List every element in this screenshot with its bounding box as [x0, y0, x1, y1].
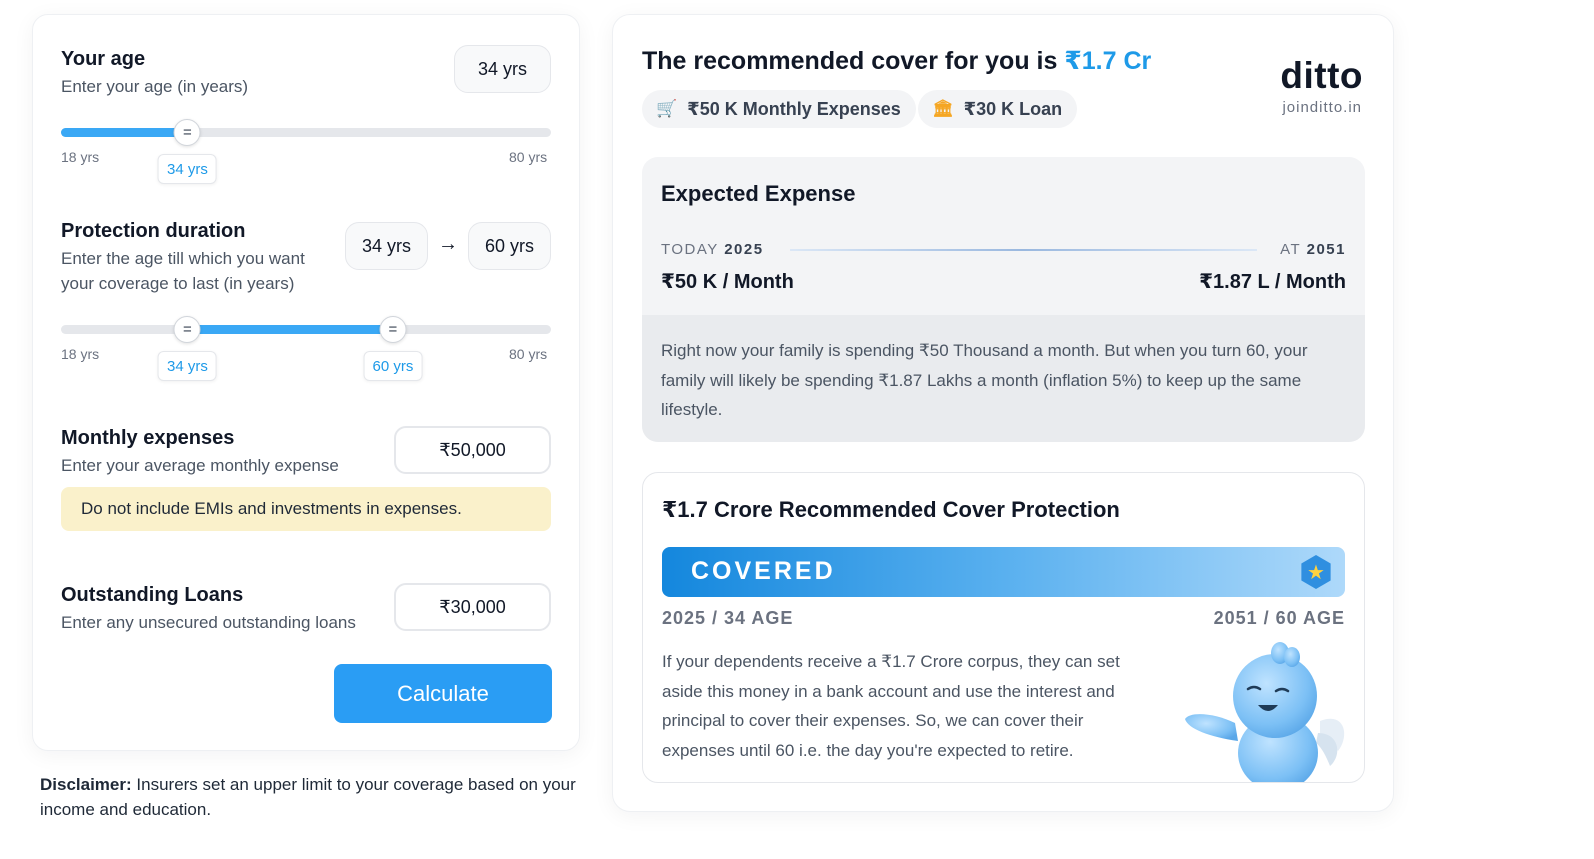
today-expense-value: ₹50 K / Month — [661, 271, 794, 293]
duration-slider-max-label: 80 yrs — [509, 346, 548, 362]
loans-subtitle: Enter any unsecured outstanding loans — [61, 613, 356, 632]
duration-title: Protection duration — [61, 220, 246, 242]
cart-icon: 🛒 — [656, 99, 678, 118]
duration-slider-from-thumb[interactable]: = — [173, 316, 201, 343]
expected-expense-title: Expected Expense — [661, 181, 856, 206]
expected-expense-panel: Expected Expense TODAY 2025 AT 2051 ₹50 … — [642, 157, 1365, 442]
monthly-expenses-chip-label: ₹50 K Monthly Expenses — [687, 98, 901, 119]
cover-start-label: 2025 / 34 AGE — [662, 608, 794, 628]
recommendation-title: The recommended cover for you is ₹1.7 Cr — [642, 46, 1151, 76]
future-expense-value: ₹1.87 L / Month — [1199, 271, 1346, 293]
loan-chip: 🏛 ₹30 K Loan — [918, 90, 1078, 128]
age-slider-min-label: 18 yrs — [61, 149, 100, 165]
loan-chip-label: ₹30 K Loan — [963, 98, 1063, 119]
covered-bar: COVERED ★ — [662, 547, 1345, 597]
age-slider-value-tag: 34 yrs — [158, 154, 217, 184]
age-value-box[interactable]: 34 yrs — [454, 45, 551, 93]
today-label: TODAY — [661, 241, 719, 258]
recommendation-title-prefix: The recommended cover for you is — [642, 47, 1065, 75]
cover-protection-panel: ₹1.7 Crore Recommended Cover Protection … — [642, 472, 1365, 783]
duration-slider-to-tag: 60 yrs — [363, 351, 423, 381]
disclaimer: Disclaimer: Insurers set an upper limit … — [40, 772, 580, 822]
today-year: 2025 — [724, 241, 764, 258]
duration-to-box[interactable]: 60 yrs — [468, 222, 551, 270]
calculator-form-card: Your age Enter your age (in years) 34 yr… — [32, 14, 580, 751]
age-title: Your age — [61, 48, 146, 70]
mascot-illustration — [1185, 642, 1345, 782]
duration-from-box[interactable]: 34 yrs — [345, 222, 428, 270]
age-slider[interactable]: = — [61, 119, 551, 146]
recommended-amount: ₹1.7 Cr — [1064, 47, 1152, 75]
monthly-expenses-input[interactable]: ₹50,000 — [394, 426, 551, 474]
bank-icon: 🏛 — [932, 99, 954, 118]
monthly-expenses-chip: 🛒 ₹50 K Monthly Expenses — [642, 90, 916, 128]
age-slider-max-label: 80 yrs — [509, 149, 548, 165]
cover-protection-description: If your dependents receive a ₹1.7 Crore … — [662, 652, 1120, 760]
ditto-url[interactable]: joinditto.in — [1282, 99, 1362, 116]
expected-expense-description: Right now your family is spending ₹50 Th… — [642, 315, 1365, 442]
covered-status: COVERED — [691, 557, 836, 585]
loans-title: Outstanding Loans — [61, 584, 244, 606]
duration-slider-min-label: 18 yrs — [61, 346, 100, 362]
calculate-button[interactable]: Calculate — [334, 664, 552, 723]
duration-subtitle: Enter the age till which you want your c… — [61, 249, 305, 293]
recommendation-card: The recommended cover for you is ₹1.7 Cr… — [612, 14, 1394, 812]
star-badge-icon: ★ — [1301, 555, 1331, 589]
timeline-at-label: AT 2051 — [1280, 241, 1346, 258]
duration-slider[interactable]: = = — [61, 316, 551, 343]
cover-protection-title: ₹1.7 Crore Recommended Cover Protection — [662, 497, 1120, 522]
ditto-logo: ditto — [1280, 55, 1363, 96]
cover-end-label: 2051 / 60 AGE — [1213, 608, 1345, 628]
duration-slider-from-tag: 34 yrs — [158, 351, 217, 381]
duration-slider-fill — [187, 325, 393, 334]
at-year: 2051 — [1306, 241, 1346, 258]
age-slider-thumb[interactable]: = — [173, 119, 201, 146]
expenses-note: Do not include EMIs and investments in e… — [61, 487, 551, 531]
age-subtitle: Enter your age (in years) — [61, 77, 249, 96]
timeline-today-label: TODAY 2025 — [661, 241, 764, 258]
at-label: AT — [1280, 241, 1301, 258]
arrow-right-icon: → — [438, 233, 458, 255]
timeline-line — [790, 249, 1257, 251]
expenses-title: Monthly expenses — [61, 427, 235, 449]
outstanding-loans-input[interactable]: ₹30,000 — [394, 583, 551, 631]
duration-slider-to-thumb[interactable]: = — [379, 316, 407, 343]
expenses-subtitle: Enter your average monthly expense — [61, 456, 339, 475]
age-slider-fill — [61, 128, 188, 137]
disclaimer-label: Disclaimer: — [40, 775, 132, 794]
